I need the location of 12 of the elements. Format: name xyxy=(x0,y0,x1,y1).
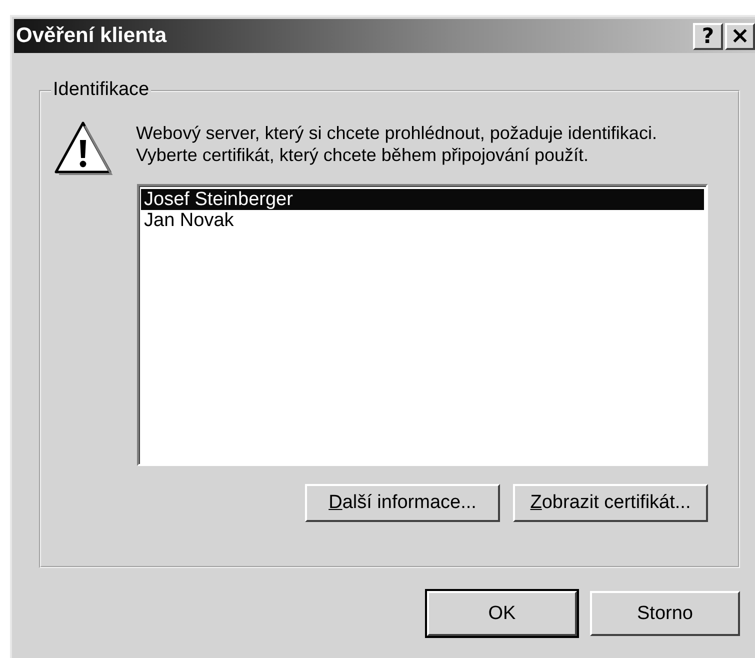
window-title: Ověření klienta xyxy=(16,24,167,48)
message-text: Webový server, který si chcete prohlédnout, požaduje identifikaci. Vyberte certifikát, který chcete během připojování použít. xyxy=(136,122,658,166)
dialog-button[interactable]: Další informace... xyxy=(305,484,500,522)
cancel-button[interactable]: Storno xyxy=(590,591,740,636)
warning-icon xyxy=(53,120,113,176)
list-item[interactable]: Jan Novak xyxy=(141,210,704,231)
list-item[interactable]: Josef Steinberger xyxy=(141,189,704,210)
certificate-list[interactable]: Josef Steinberger Jan Novak xyxy=(137,184,708,466)
dialog-button[interactable]: Zobrazit certifikát... xyxy=(513,484,708,522)
ok-button[interactable]: OK xyxy=(427,591,577,636)
help-button[interactable]: ? xyxy=(693,22,723,50)
close-button[interactable]: × xyxy=(725,22,755,50)
